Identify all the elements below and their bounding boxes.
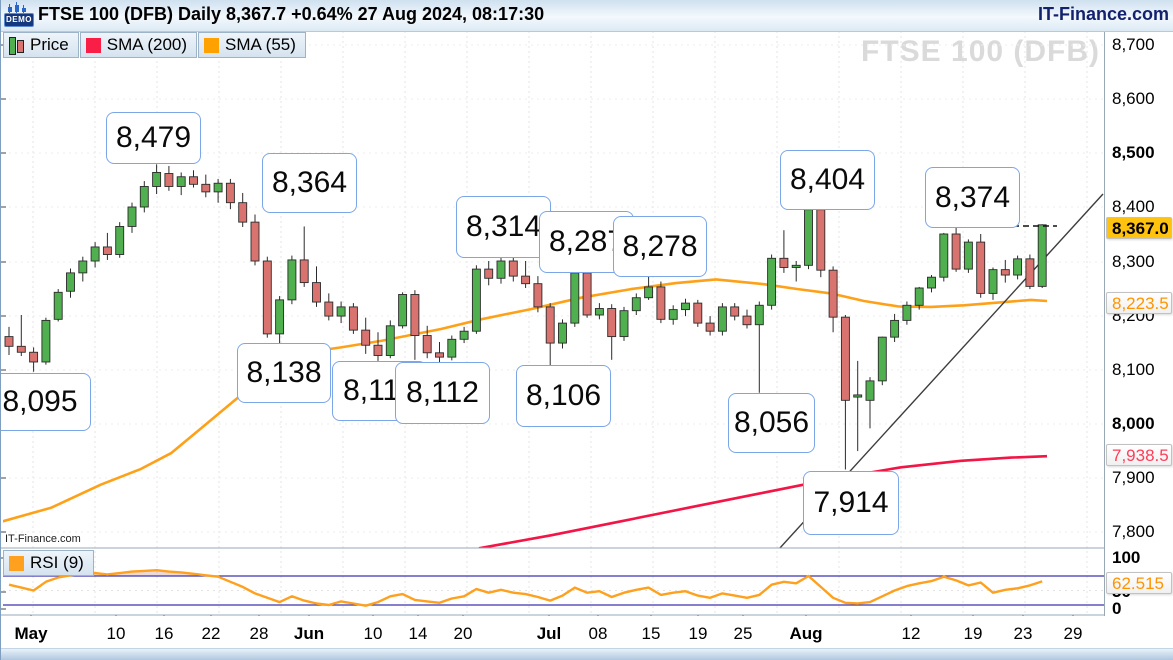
price-callout: 8,479 [106,112,201,164]
y-axis-label: 7,800 [1112,520,1155,544]
legend-chip-rsi[interactable]: RSI (9) [3,550,94,576]
price-callout: 8,095 [0,373,91,431]
price-tag: 62.515 [1106,572,1172,594]
time-axis[interactable]: May10162228Jun101420Jul08151925Aug121923… [1,616,1173,648]
y-axis-label: 8,700 [1112,33,1155,57]
y-axis-label: 8,500 [1112,141,1155,165]
price-axis[interactable]: 8,7008,6008,5008,4008,3008,2008,1008,000… [1104,31,1173,648]
price-callout: 7,914 [803,471,899,535]
rsi-swatch-icon [9,556,24,571]
brand-link[interactable]: IT-Finance.com [1038,4,1169,25]
price-callout: 8,364 [262,153,357,213]
legend-label: SMA (55) [225,35,296,55]
legend-label: Price [30,35,69,55]
demo-badge: DEMO [4,13,34,27]
y-axis-label: 8,100 [1112,358,1155,382]
price-callout: 8,278 [613,216,707,277]
x-axis-label: 20 [428,624,498,644]
x-axis-label: Jun [274,624,344,644]
price-callout: 8,056 [728,393,815,453]
candlestick-logo-icon [8,3,30,12]
rsi-panel-legend: RSI (9) [3,550,95,576]
bottom-chrome-strip [1,648,1173,660]
demo-logo-icon: DEMO [4,3,34,28]
candles-icon [9,37,24,54]
price-callout: 8,138 [237,343,331,403]
chart-credit: IT-Finance.com [5,533,81,545]
legend-chip-price[interactable]: Price [3,32,79,58]
price-callout: 8,112 [395,362,490,424]
price-chart-canvas[interactable] [1,0,1173,660]
trading-chart-window: DEMO FTSE 100 (DFB) Daily 8,367.7 +0.64%… [0,0,1173,660]
price-callout: 8,106 [516,365,611,427]
legend-chip-sma200[interactable]: SMA (200) [80,32,197,58]
y-axis-label: 7,900 [1112,466,1155,490]
y-axis-label: 8,300 [1112,250,1155,274]
y-axis-label: 8,400 [1112,195,1155,219]
price-tag: 8,367.0 [1106,217,1172,239]
price-tag: 7,938.5 [1106,444,1172,466]
legend-label: SMA (200) [107,35,187,55]
price-tag: 8,223.5 [1106,292,1172,314]
title-bar: DEMO FTSE 100 (DFB) Daily 8,367.7 +0.64%… [1,0,1173,32]
x-axis-label: May [0,624,66,644]
price-callout: 8,314 [456,196,551,258]
sma200-swatch-icon [86,38,101,53]
sma55-swatch-icon [204,38,219,53]
y-axis-label: 100 [1112,546,1140,570]
x-axis-label: 25 [708,624,778,644]
legend-chip-sma55[interactable]: SMA (55) [198,32,306,58]
y-axis-label: 8,000 [1112,412,1155,436]
x-axis-label: 29 [1038,624,1108,644]
legend-label: RSI (9) [30,553,84,573]
x-axis-label: 12 [876,624,946,644]
price-callout: 8,404 [780,150,875,210]
chart-title: FTSE 100 (DFB) Daily 8,367.7 +0.64% 27 A… [38,4,544,25]
y-axis-label: 8,600 [1112,87,1155,111]
price-panel-legend: Price SMA (200) SMA (55) [3,32,307,58]
x-axis-label: Aug [771,624,841,644]
price-callout: 8,374 [925,167,1020,228]
